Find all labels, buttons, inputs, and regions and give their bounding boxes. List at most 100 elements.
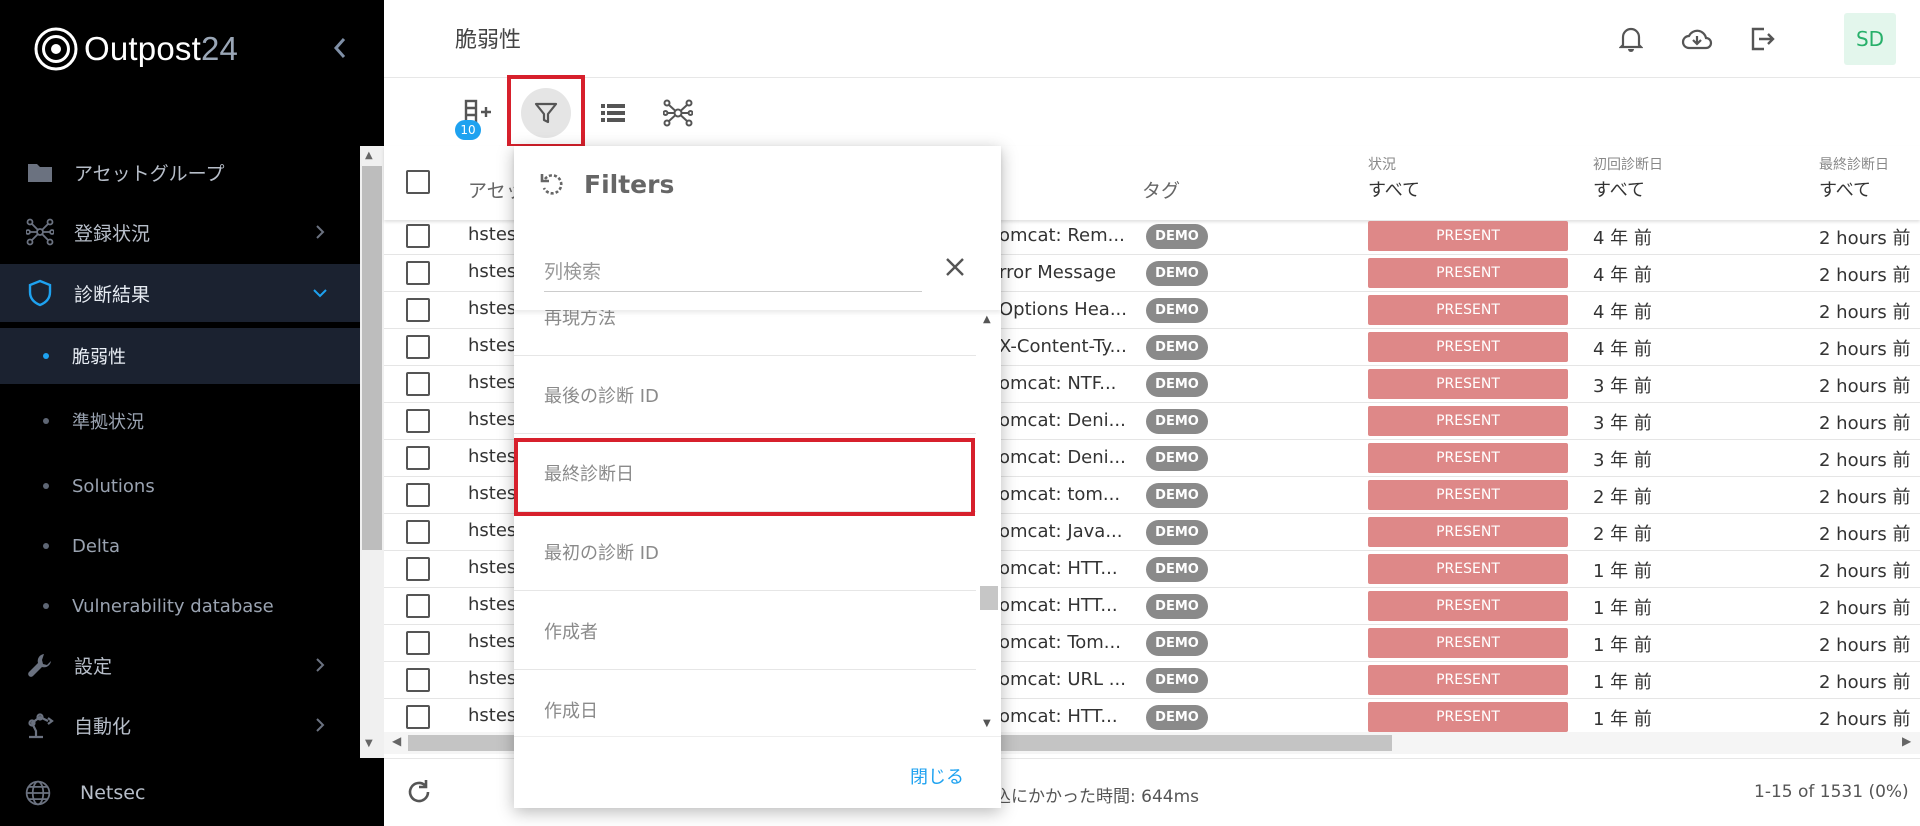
- tag-badge: DEMO: [1146, 261, 1208, 286]
- scroll-right-arrow[interactable]: ▶: [1902, 734, 1911, 748]
- status-badge: PRESENT: [1368, 591, 1568, 621]
- status-badge: PRESENT: [1368, 369, 1568, 399]
- sidebar-item-registration[interactable]: 登録状況: [0, 203, 384, 261]
- row-checkbox[interactable]: [406, 446, 430, 470]
- bullet-dot: [43, 483, 49, 489]
- first-seen-cell: 4 年 前: [1593, 339, 1652, 360]
- list-view-button[interactable]: [590, 90, 636, 136]
- row-checkbox[interactable]: [406, 483, 430, 507]
- row-checkbox[interactable]: [406, 224, 430, 248]
- last-seen-cell: 2 hours 前: [1819, 635, 1911, 656]
- brand-logo[interactable]: Outpost24: [34, 26, 238, 72]
- sidebar-subitem-vulnerability-database[interactable]: Vulnerability database: [0, 578, 384, 634]
- sidebar-subitem-solutions[interactable]: Solutions: [0, 458, 384, 514]
- collapse-sidebar-button[interactable]: [328, 34, 352, 62]
- first-seen-cell: 1 年 前: [1593, 709, 1652, 730]
- download-button[interactable]: [1680, 22, 1714, 56]
- last-seen-cell: 2 hours 前: [1819, 598, 1911, 619]
- scrollbar-thumb[interactable]: [980, 586, 998, 610]
- selected-filter-highlight: [514, 438, 975, 516]
- sidebar-subitem-delta[interactable]: Delta: [0, 518, 384, 574]
- status-filter-value[interactable]: すべて: [1368, 176, 1420, 202]
- top-header: 脆弱性 SD: [384, 0, 1920, 78]
- filter-list-scrollbar[interactable]: ▲ ▼: [976, 314, 1000, 734]
- clear-search-button[interactable]: [940, 252, 970, 282]
- scroll-down-arrow[interactable]: ▼: [983, 718, 991, 729]
- row-checkbox[interactable]: [406, 335, 430, 359]
- status-badge: PRESENT: [1368, 665, 1568, 695]
- reset-icon[interactable]: [538, 170, 566, 198]
- status-badge: PRESENT: [1368, 480, 1568, 510]
- row-checkbox[interactable]: [406, 520, 430, 544]
- scroll-up-arrow[interactable]: ▲: [983, 314, 991, 325]
- chevron-right-icon: [316, 225, 325, 239]
- wrench-icon: [26, 651, 54, 679]
- first-seen-cell: 1 年 前: [1593, 561, 1652, 582]
- filter-option[interactable]: 最初の診断 ID: [514, 513, 976, 591]
- column-header-tag[interactable]: タグ: [1142, 176, 1180, 203]
- tag-badge: DEMO: [1146, 409, 1208, 434]
- select-all-checkbox[interactable]: [406, 170, 430, 194]
- sidebar-item-results[interactable]: 診断結果: [0, 264, 384, 322]
- filter-option[interactable]: 最後の診断 ID: [514, 356, 976, 434]
- scrollbar-thumb[interactable]: [362, 166, 382, 550]
- close-button[interactable]: 閉じる: [910, 763, 964, 789]
- filters-title: Filters: [584, 170, 675, 199]
- filter-button-highlight: [507, 75, 585, 148]
- first-seen-cell: 4 年 前: [1593, 228, 1652, 249]
- filter-option[interactable]: 作成日: [514, 671, 976, 732]
- refresh-icon[interactable]: [404, 777, 434, 807]
- last-seen-cell: 2 hours 前: [1819, 672, 1911, 693]
- shield-icon: [26, 279, 54, 307]
- row-checkbox[interactable]: [406, 261, 430, 285]
- row-checkbox[interactable]: [406, 631, 430, 655]
- target-logo-icon: [34, 27, 78, 71]
- sidebar-subitem-vulnerabilities[interactable]: 脆弱性: [0, 328, 384, 384]
- first-seen-cell: 1 年 前: [1593, 598, 1652, 619]
- first-seen-filter-value[interactable]: すべて: [1593, 176, 1645, 202]
- last-seen-cell: 2 hours 前: [1819, 450, 1911, 471]
- table-vertical-scrollbar[interactable]: ▲ ▼: [360, 146, 384, 758]
- row-checkbox[interactable]: [406, 594, 430, 618]
- row-checkbox[interactable]: [406, 705, 430, 729]
- user-avatar[interactable]: SD: [1844, 13, 1896, 65]
- scroll-up-arrow[interactable]: ▲: [365, 150, 373, 161]
- column-header-first-seen[interactable]: 初回診断日: [1593, 154, 1663, 174]
- column-search-input[interactable]: [544, 252, 922, 292]
- scroll-left-arrow[interactable]: ◀: [392, 734, 401, 748]
- last-seen-filter-value[interactable]: すべて: [1819, 176, 1871, 202]
- asset-cell: hstes: [468, 409, 517, 430]
- logout-button[interactable]: [1746, 22, 1780, 56]
- sidebar-subitem-label: Solutions: [72, 475, 155, 497]
- filter-option[interactable]: 作成者: [514, 592, 976, 670]
- row-checkbox[interactable]: [406, 668, 430, 692]
- row-checkbox[interactable]: [406, 372, 430, 396]
- tag-badge: DEMO: [1146, 446, 1208, 471]
- row-checkbox[interactable]: [406, 298, 430, 322]
- tag-badge: DEMO: [1146, 705, 1208, 730]
- sidebar-item-label: 設定: [74, 655, 113, 678]
- tag-badge: DEMO: [1146, 557, 1208, 582]
- sidebar-item-settings[interactable]: 設定: [0, 636, 384, 694]
- brand-name: Outpost24: [84, 30, 239, 67]
- filters-popover: Filters 再現方法 最後の診断 ID 最終診断日 最初の診断 ID 作成者…: [514, 146, 1001, 808]
- row-checkbox[interactable]: [406, 557, 430, 581]
- vulnerability-name-cell: omcat: tom...: [999, 484, 1121, 505]
- notifications-button[interactable]: [1614, 22, 1648, 56]
- row-checkbox[interactable]: [406, 409, 430, 433]
- graph-view-button[interactable]: [655, 90, 701, 136]
- last-seen-cell: 2 hours 前: [1819, 265, 1911, 286]
- sidebar-subitem-compliance[interactable]: 準拠状況: [0, 393, 384, 449]
- column-count-badge: 10: [455, 120, 481, 140]
- robot-arm-icon: [26, 711, 54, 739]
- tag-badge: DEMO: [1146, 594, 1208, 619]
- status-badge: PRESENT: [1368, 702, 1568, 732]
- column-header-status[interactable]: 状況: [1368, 154, 1396, 174]
- column-header-last-seen[interactable]: 最終診断日: [1819, 154, 1889, 174]
- sidebar-item-netsec[interactable]: Netsec: [0, 764, 384, 822]
- cloud-download-icon: [1681, 29, 1713, 50]
- scroll-down-arrow[interactable]: ▼: [365, 738, 373, 749]
- sidebar-item-asset-groups[interactable]: アセットグループ: [0, 143, 384, 201]
- sidebar-item-automation[interactable]: 自動化: [0, 696, 384, 754]
- vulnerability-name-cell: omcat: Tom...: [999, 632, 1121, 653]
